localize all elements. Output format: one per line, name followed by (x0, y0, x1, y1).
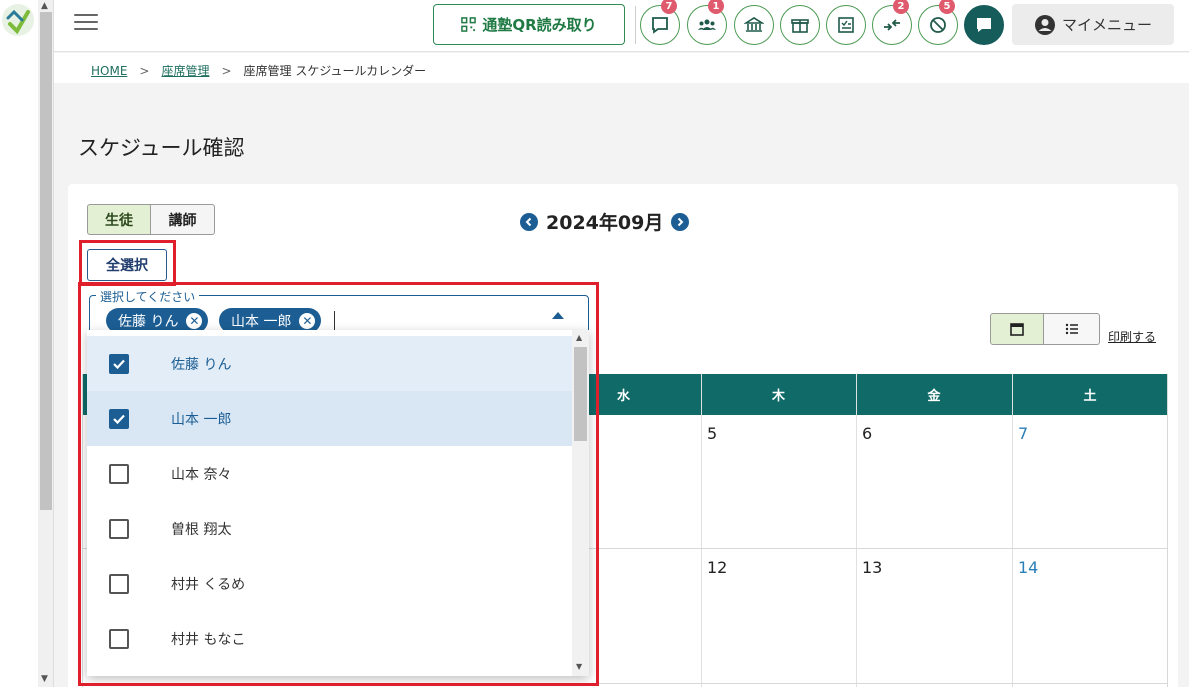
highlight-box-dropdown (78, 282, 599, 686)
top-header: 通塾QR読み取り 7 1 2 5 マイメニュー (54, 0, 1189, 52)
my-menu-button[interactable]: マイメニュー (1012, 4, 1174, 45)
app-logo[interactable] (2, 4, 34, 36)
calendar-day-cell[interactable]: 13 (862, 558, 882, 577)
bank-icon (744, 17, 764, 32)
breadcrumb-home-link[interactable]: HOME (91, 64, 127, 78)
tab-student[interactable]: 生徒 (87, 204, 151, 235)
calendar-day-cell[interactable]: 6 (862, 424, 872, 443)
logo-icon (6, 9, 30, 35)
students-button[interactable]: 1 (687, 0, 727, 45)
messages-button[interactable]: 7 (640, 0, 680, 45)
month-navigator: 2024年09月 (520, 208, 690, 235)
breadcrumb-separator: > (139, 63, 150, 78)
hamburger-menu-icon[interactable] (74, 14, 98, 32)
chevron-right-icon (678, 217, 684, 226)
calendar-view-button[interactable] (990, 313, 1044, 345)
qr-code-icon (461, 17, 477, 32)
calendar-day-cell[interactable]: 12 (707, 558, 727, 577)
breadcrumb-current: 座席管理 スケジュールカレンダー (243, 64, 427, 78)
scroll-up-icon[interactable]: ▲ (41, 1, 48, 11)
next-month-button[interactable] (671, 212, 690, 231)
checklist-button[interactable] (826, 5, 866, 45)
chat-bubble-icon (652, 17, 668, 34)
calendar-day-cell[interactable]: 14 (1018, 558, 1038, 577)
grid-line (701, 374, 702, 687)
gift-button[interactable] (780, 5, 820, 45)
chat-button[interactable] (964, 5, 1004, 45)
tab-teacher[interactable]: 講師 (150, 204, 215, 235)
weekday-thu: 木 (771, 389, 785, 404)
qr-scan-button[interactable]: 通塾QR読み取り (433, 4, 625, 45)
highlight-box-select-all (79, 240, 176, 286)
calendar-day-cell[interactable]: 5 (707, 424, 717, 443)
transfer-badge: 2 (893, 0, 909, 14)
breadcrumb: HOME > 座席管理 > 座席管理 スケジュールカレンダー (91, 62, 426, 79)
checklist-icon (838, 17, 854, 33)
list-view-button[interactable] (1043, 313, 1100, 345)
scroll-down-icon[interactable]: ▼ (41, 674, 48, 684)
grid-line (1167, 374, 1168, 687)
transfer-button[interactable]: 2 (872, 0, 912, 45)
my-menu-label: マイメニュー (1061, 16, 1152, 34)
page-title: スケジュール確認 (78, 136, 245, 160)
prev-month-button[interactable] (520, 212, 538, 231)
gift-icon (791, 19, 809, 33)
breadcrumb-separator: > (221, 63, 232, 78)
page-scrollbar-thumb[interactable] (40, 12, 52, 510)
group-icon (698, 19, 716, 30)
print-link[interactable]: 印刷する (1108, 328, 1156, 345)
weekday-fri: 金 (927, 389, 941, 404)
chat-icon (977, 18, 991, 32)
blocked-button[interactable]: 5 (918, 0, 958, 45)
header-divider (635, 6, 636, 44)
weekday-sat: 土 (1083, 389, 1097, 404)
account-circle-icon (1034, 14, 1055, 35)
page-scrollbar[interactable]: ▲ ▼ (38, 0, 54, 687)
messages-badge: 7 (661, 0, 677, 14)
left-rail (0, 0, 38, 687)
grid-line (1012, 374, 1013, 687)
chevron-left-icon (525, 217, 532, 226)
students-badge: 1 (708, 0, 724, 14)
grid-line (856, 374, 857, 687)
calendar-day-cell[interactable]: 7 (1018, 424, 1028, 443)
institution-button[interactable] (734, 5, 774, 45)
current-month-label: 2024年09月 (546, 212, 664, 234)
no-entry-icon (930, 17, 946, 33)
list-icon (1065, 323, 1078, 335)
blocked-badge: 5 (939, 0, 955, 14)
calendar-icon (1010, 323, 1024, 336)
breadcrumb-seat-link[interactable]: 座席管理 (161, 62, 209, 79)
qr-scan-label: 通塾QR読み取り (482, 16, 597, 34)
arrows-in-icon (884, 19, 900, 31)
